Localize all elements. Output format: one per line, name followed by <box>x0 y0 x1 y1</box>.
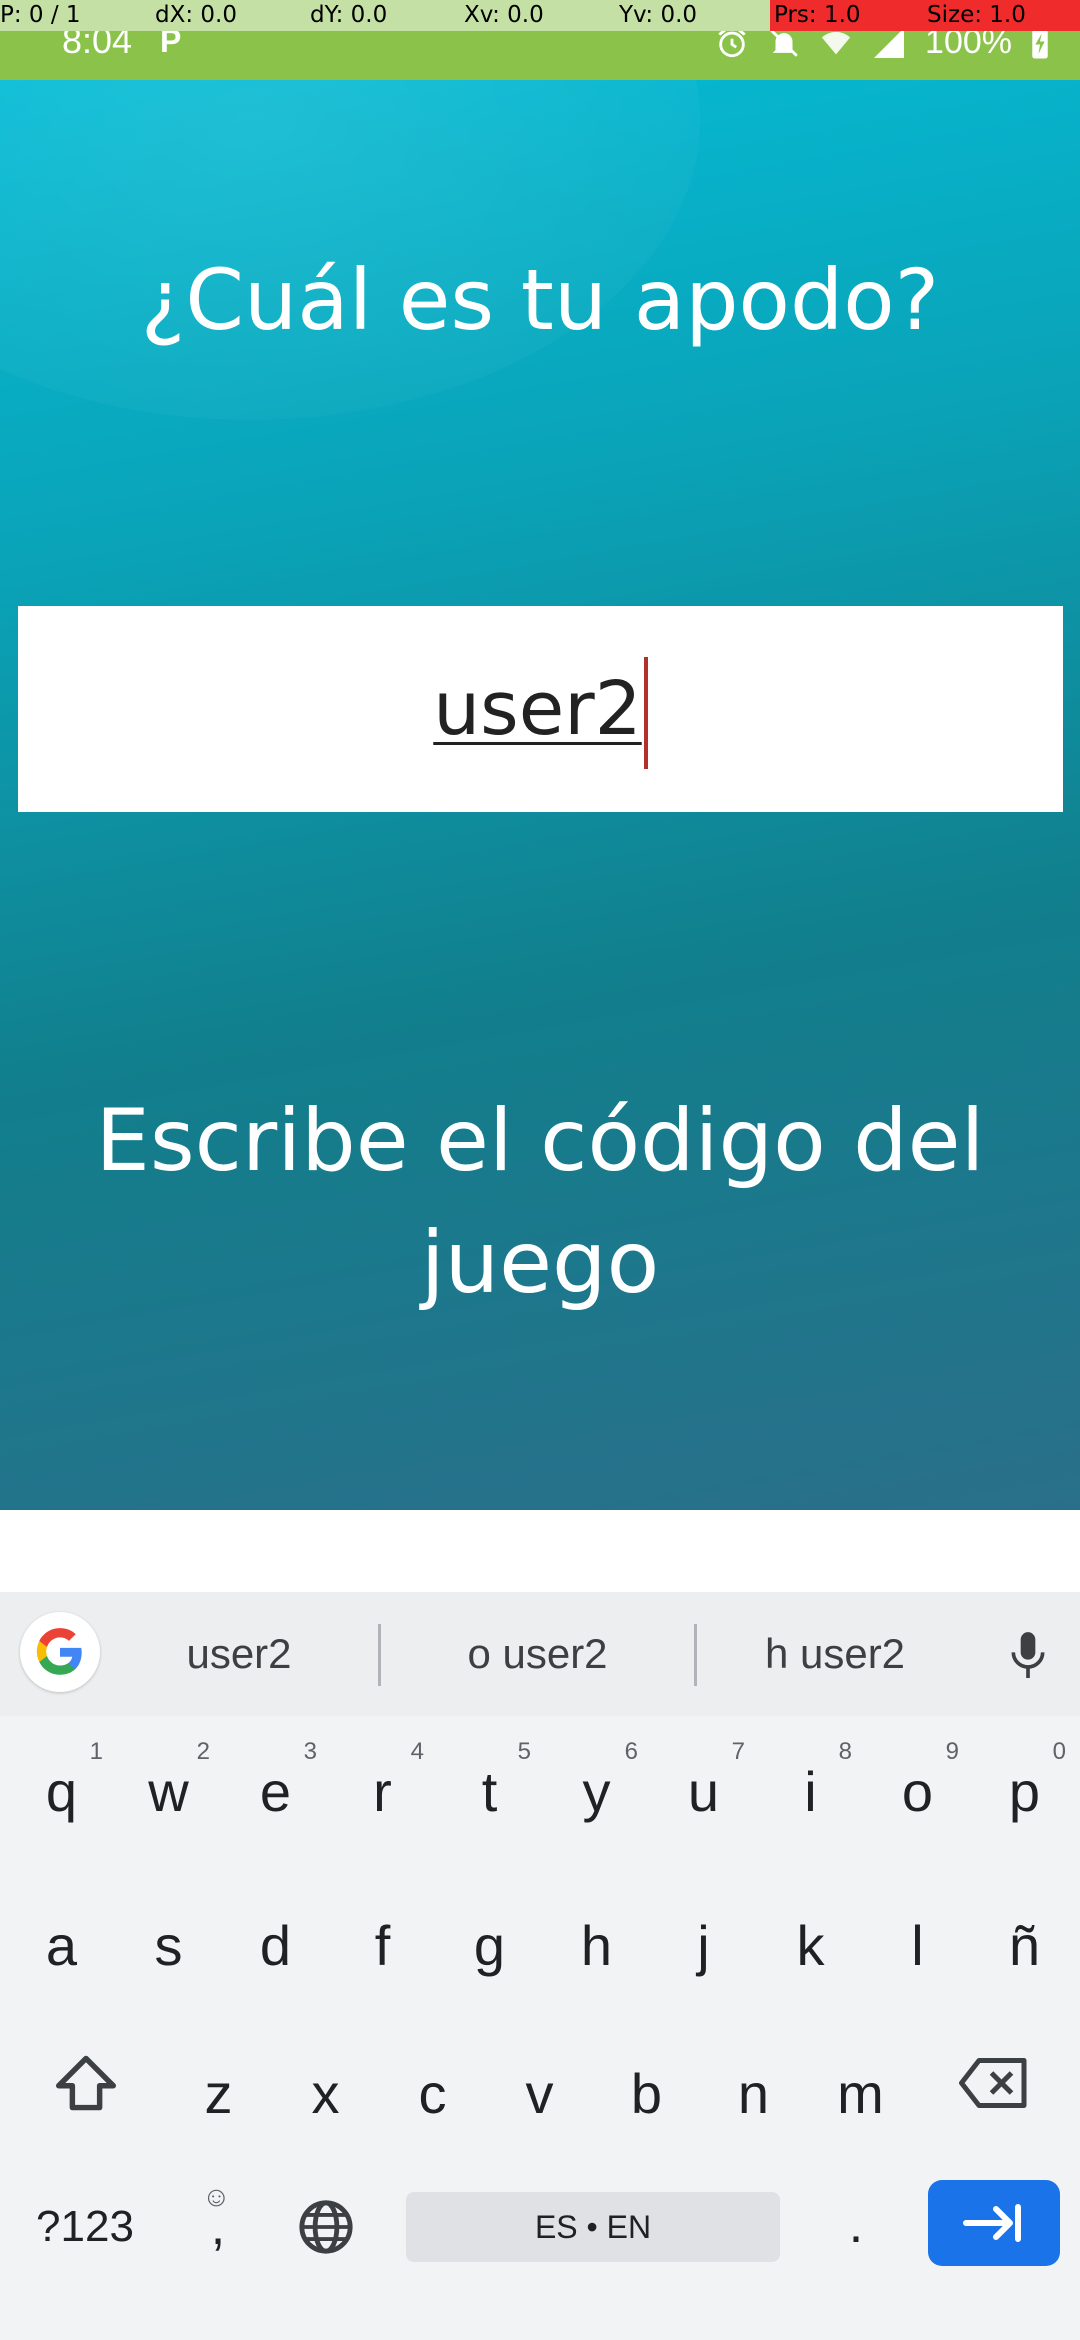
suggestion-divider <box>378 1624 381 1686</box>
language-globe-key[interactable] <box>280 2182 372 2272</box>
comma-key[interactable]: ☺ , <box>176 2181 260 2262</box>
key-label: e <box>259 1760 292 1823</box>
key-label: o <box>901 1760 934 1823</box>
key-number-hint: 6 <box>624 1738 638 1765</box>
nickname-screen: ¿Cuál es tu apodo? user2 Escribe el códi… <box>0 80 1080 1510</box>
key-label: y <box>582 1760 611 1823</box>
game-code-input-area[interactable] <box>0 1510 1080 1592</box>
key-number-hint: 0 <box>1052 1738 1066 1765</box>
key-label: r <box>373 1760 392 1823</box>
key-y[interactable]: y6 <box>543 1722 650 1862</box>
key-p[interactable]: p0 <box>971 1722 1078 1862</box>
key-number-hint: 1 <box>89 1738 103 1765</box>
key-number-hint: 8 <box>838 1738 852 1765</box>
key-w[interactable]: w2 <box>115 1722 222 1862</box>
status-bar: 8:04 P 100% <box>0 20 1080 80</box>
space-bar[interactable]: ES • EN <box>406 2192 780 2262</box>
key-h[interactable]: h <box>543 1876 650 2016</box>
key-label: t <box>481 1760 498 1823</box>
debug-pointer: P: 0 / 1 <box>0 2 81 28</box>
tab-next-icon <box>963 2204 1021 2242</box>
key-label: i <box>804 1760 817 1823</box>
microphone-icon[interactable] <box>1006 1630 1050 1687</box>
key-number-hint: 3 <box>303 1738 317 1765</box>
key-label: p <box>1008 1760 1041 1823</box>
debug-yv: Yv: 0.0 <box>619 2 698 28</box>
key-ñ[interactable]: ñ <box>971 1876 1078 2016</box>
nickname-value: user2 <box>433 666 642 752</box>
nickname-input[interactable]: user2 <box>18 606 1063 812</box>
backspace-key[interactable] <box>930 2028 1058 2138</box>
key-a[interactable]: a <box>8 1876 115 2016</box>
debug-xv: Xv: 0.0 <box>464 2 544 28</box>
key-number-hint: 9 <box>945 1738 959 1765</box>
period-key[interactable]: . <box>816 2182 896 2268</box>
key-u[interactable]: u7 <box>650 1722 757 1862</box>
emoji-hint-icon: ☺ <box>202 2181 231 2212</box>
key-number-hint: 4 <box>410 1738 424 1765</box>
status-time: 8:04 <box>62 20 133 61</box>
debug-pressure: Prs: 1.0 <box>770 0 925 31</box>
key-v[interactable]: v <box>486 2024 593 2164</box>
suggestion-strip: user2 o user2 h user2 <box>0 1592 1080 1716</box>
key-q[interactable]: q1 <box>8 1722 115 1862</box>
key-j[interactable]: j <box>650 1876 757 2016</box>
text-caret <box>643 657 648 770</box>
key-label: w <box>148 1760 189 1823</box>
key-x[interactable]: x <box>272 2024 379 2164</box>
key-e[interactable]: e3 <box>222 1722 329 1862</box>
key-number-hint: 2 <box>196 1738 210 1765</box>
key-d[interactable]: d <box>222 1876 329 2016</box>
notification-p-icon: P <box>160 23 182 59</box>
game-code-label: Escribe el código del juego <box>95 1091 985 1313</box>
key-t[interactable]: t5 <box>436 1722 543 1862</box>
key-k[interactable]: k <box>757 1876 864 2016</box>
suggestion-divider <box>694 1624 697 1686</box>
key-number-hint: 5 <box>517 1738 531 1765</box>
key-r[interactable]: r4 <box>329 1722 436 1862</box>
key-l[interactable]: l <box>864 1876 971 2016</box>
key-n[interactable]: n <box>700 2024 807 2164</box>
pointer-debug-bar: P: 0 / 1 dX: 0.0 dY: 0.0 Xv: 0.0 Yv: 0.0… <box>0 0 1080 31</box>
key-i[interactable]: i8 <box>757 1722 864 1862</box>
nickname-value-container[interactable]: user2 <box>18 606 1063 812</box>
key-z[interactable]: z <box>165 2024 272 2164</box>
google-icon[interactable] <box>20 1612 100 1692</box>
enter-key[interactable] <box>928 2180 1060 2266</box>
key-g[interactable]: g <box>436 1876 543 2016</box>
key-s[interactable]: s <box>115 1876 222 2016</box>
shift-key[interactable] <box>22 2028 150 2138</box>
debug-dx: dX: 0.0 <box>155 2 237 28</box>
soft-keyboard: user2 o user2 h user2 q1w2e3r4t5y6u7i8o9… <box>0 1592 1080 2340</box>
debug-size: Size: 1.0 <box>925 0 1080 31</box>
debug-dy: dY: 0.0 <box>310 2 388 28</box>
symbols-key[interactable]: ?123 <box>12 2192 158 2262</box>
page-title: ¿Cuál es tu apodo? <box>140 251 940 349</box>
key-m[interactable]: m <box>807 2024 914 2164</box>
key-b[interactable]: b <box>593 2024 700 2164</box>
key-label: q <box>45 1760 78 1823</box>
key-label: u <box>687 1760 720 1823</box>
suggestion-3[interactable]: h user2 <box>720 1592 950 1716</box>
key-c[interactable]: c <box>379 2024 486 2164</box>
key-f[interactable]: f <box>329 1876 436 2016</box>
key-o[interactable]: o9 <box>864 1722 971 1862</box>
key-number-hint: 7 <box>731 1738 745 1765</box>
